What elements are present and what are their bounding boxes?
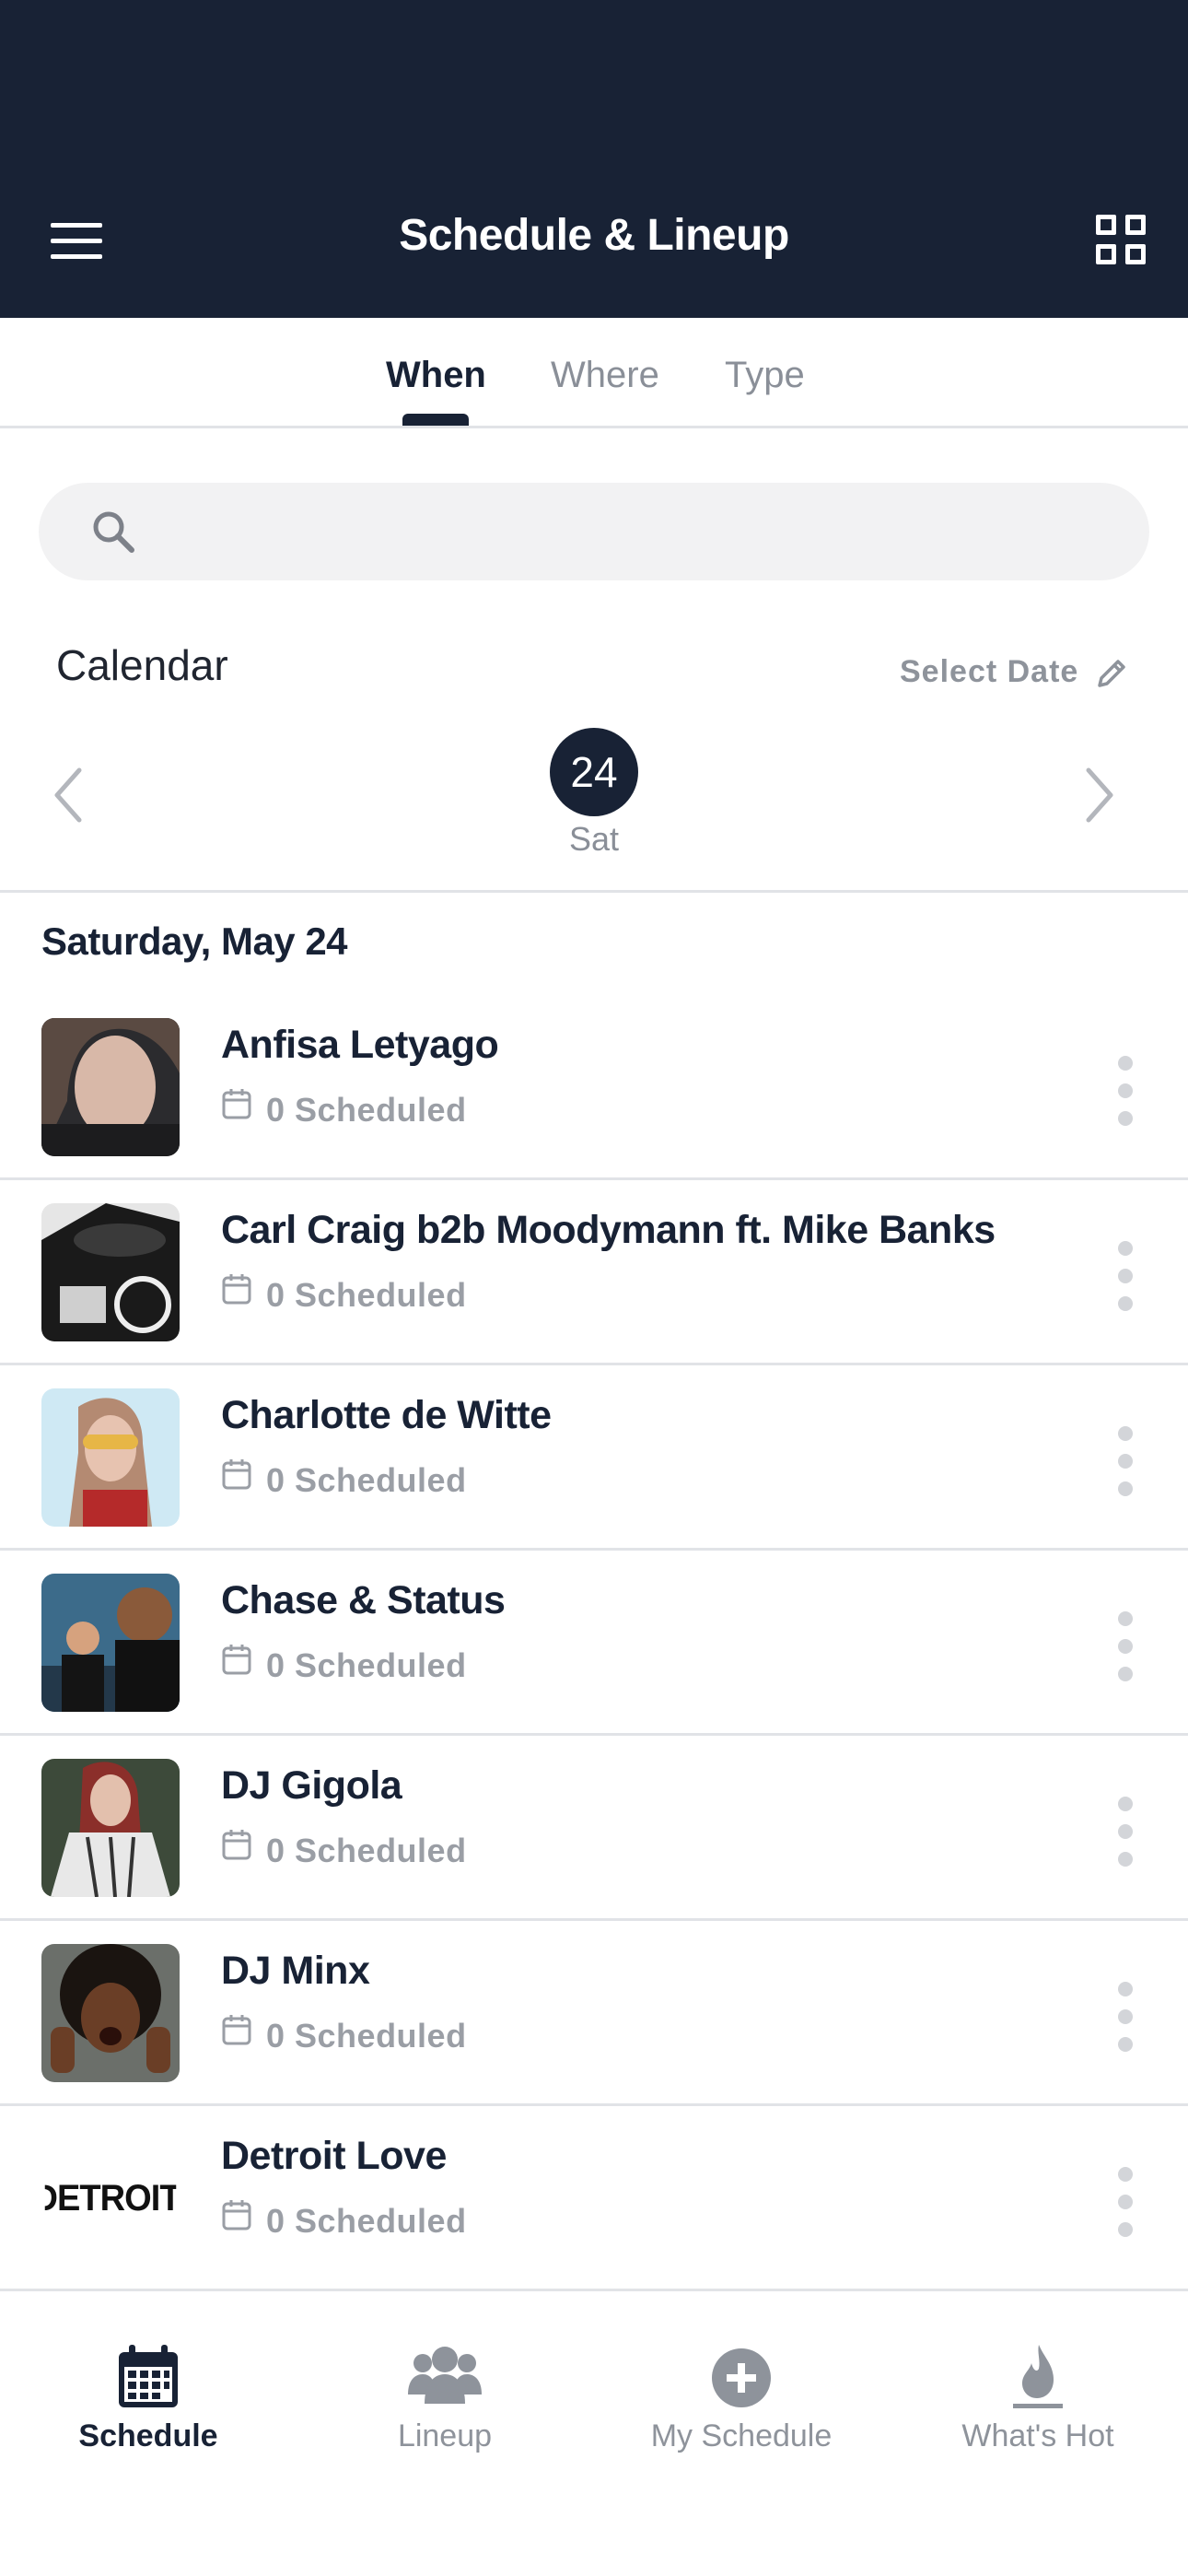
previous-date-chevron-icon[interactable] [46, 763, 92, 827]
select-date-button[interactable]: Select Date [900, 654, 1078, 690]
pencil-icon[interactable] [1094, 654, 1131, 691]
artist-photo [41, 1944, 180, 2082]
artist-name: Anfisa Letyago [221, 1023, 499, 1067]
flame-icon [1013, 2345, 1063, 2408]
artist-name: DJ Gigola [221, 1763, 402, 1808]
list-item[interactable]: Charlotte de Witte 0 Scheduled [0, 1365, 1188, 1551]
more-options-icon[interactable] [1114, 1797, 1136, 1867]
active-tab-indicator [402, 414, 469, 426]
scheduled-count: 0 Scheduled [266, 1276, 467, 1314]
nav-label: What's Hot [961, 2418, 1114, 2453]
artist-photo [41, 1203, 180, 1341]
search-bar[interactable] [39, 483, 1149, 580]
page-title: Schedule & Lineup [399, 211, 789, 260]
search-icon [93, 511, 134, 553]
list-item[interactable]: DETROIT Detroit Love 0 Scheduled [0, 2106, 1188, 2291]
calendar-icon [222, 1459, 251, 1490]
artist-name: Carl Craig b2b Moodymann ft. Mike Banks [221, 1208, 996, 1252]
scheduled-count: 0 Scheduled [266, 2202, 467, 2240]
artist-photo [41, 1759, 180, 1897]
artist-name: DJ Minx [221, 1949, 370, 1993]
nav-label: Lineup [397, 2418, 493, 2453]
calendar-icon [222, 2015, 251, 2045]
scheduled-count: 0 Scheduled [266, 1091, 467, 1129]
artist-name: Chase & Status [221, 1578, 506, 1622]
calendar-icon [222, 2200, 251, 2231]
more-options-icon[interactable] [1114, 1426, 1136, 1496]
nav-label: Schedule [78, 2418, 218, 2453]
list-item[interactable]: Anfisa Letyago 0 Scheduled [0, 995, 1188, 1180]
list-item[interactable]: DJ Gigola 0 Scheduled [0, 1736, 1188, 1921]
grid-view-icon[interactable] [1096, 215, 1147, 266]
calendar-icon [119, 2345, 178, 2407]
more-options-icon[interactable] [1114, 1241, 1136, 1311]
artist-name: Detroit Love [221, 2134, 447, 2178]
app-header: Schedule & Lineup [0, 0, 1188, 318]
next-date-chevron-icon[interactable] [1076, 763, 1122, 827]
artist-photo [41, 1388, 180, 1527]
nav-whats-hot[interactable]: What's Hot [890, 2326, 1186, 2492]
selected-date-weekday: Sat [568, 820, 620, 858]
plus-circle-icon [712, 2348, 771, 2407]
more-options-icon[interactable] [1114, 1982, 1136, 2052]
nav-schedule[interactable]: Schedule [0, 2326, 297, 2492]
calendar-label: Calendar [56, 641, 228, 689]
scheduled-count: 0 Scheduled [266, 1832, 467, 1869]
calendar-icon [222, 1645, 251, 1675]
more-options-icon[interactable] [1114, 1056, 1136, 1126]
list-item[interactable]: Chase & Status 0 Scheduled [0, 1551, 1188, 1736]
tab-when[interactable]: When [386, 355, 486, 396]
artist-photo [41, 1574, 180, 1712]
more-options-icon[interactable] [1114, 2167, 1136, 2237]
tab-type[interactable]: Type [725, 355, 805, 396]
calendar-icon [222, 1089, 251, 1119]
artist-photo [41, 1018, 180, 1156]
scheduled-count: 0 Scheduled [266, 1646, 467, 1684]
scheduled-count: 0 Scheduled [266, 2017, 467, 2055]
list-item[interactable]: DJ Minx 0 Scheduled [0, 1921, 1188, 2106]
nav-label: My Schedule [650, 2418, 833, 2453]
more-options-icon[interactable] [1114, 1611, 1136, 1681]
day-heading: Saturday, May 24 [41, 919, 348, 963]
divider [0, 890, 1188, 893]
people-icon [408, 2347, 482, 2404]
list-item[interactable]: Carl Craig b2b Moodymann ft. Mike Banks … [0, 1180, 1188, 1365]
calendar-icon [222, 1274, 251, 1305]
filter-tabs: When Where Type [0, 318, 1188, 428]
tab-where[interactable]: Where [551, 355, 659, 396]
nav-my-schedule[interactable]: My Schedule [593, 2326, 890, 2492]
scheduled-count: 0 Scheduled [266, 1461, 467, 1499]
nav-lineup[interactable]: Lineup [297, 2326, 593, 2492]
detroit-love-logo: DETROIT [45, 2178, 177, 2219]
search-input[interactable] [158, 503, 1116, 560]
bottom-navigation: Schedule Lineup My Schedule What's Hot [0, 2326, 1188, 2576]
selected-date-badge[interactable]: 24 [550, 728, 638, 816]
artist-name: Charlotte de Witte [221, 1393, 552, 1437]
artist-list: Anfisa Letyago 0 Scheduled Carl Craig b2… [0, 995, 1188, 2291]
calendar-icon [222, 1830, 251, 1860]
